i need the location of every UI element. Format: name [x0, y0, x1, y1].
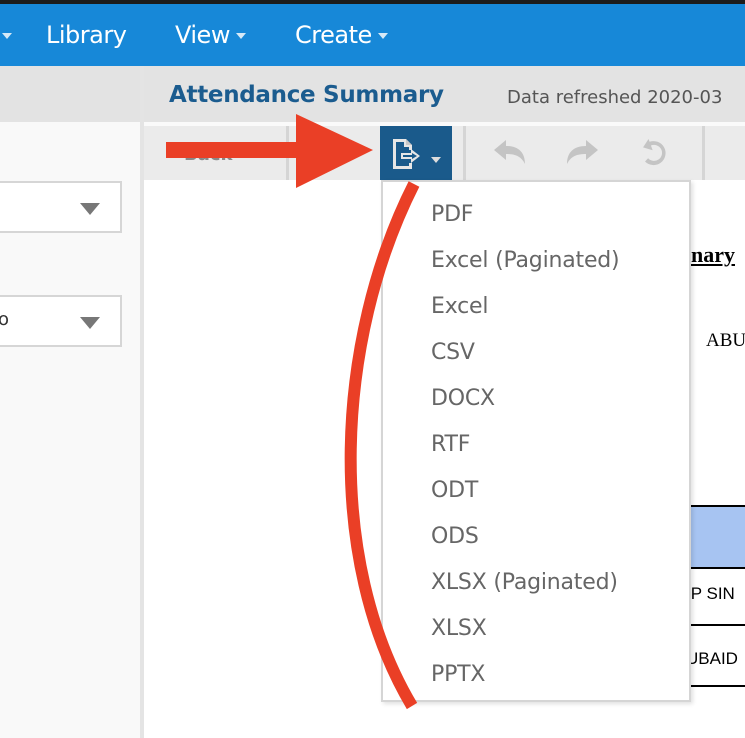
- export-option-excel-paginated[interactable]: Excel (Paginated): [431, 248, 620, 273]
- row-divider: [684, 685, 745, 687]
- dropdown-caret-icon: [80, 203, 100, 215]
- export-option-pptx[interactable]: PPTX: [431, 662, 485, 687]
- export-format-menu: PDF Excel (Paginated) Excel CSV DOCX RTF…: [381, 180, 691, 702]
- reset-icon[interactable]: [637, 138, 671, 170]
- chevron-down-icon: [235, 33, 246, 39]
- report-title: Attendance Summary: [169, 82, 444, 108]
- report-summary-heading: nary: [691, 242, 735, 267]
- nav-library-label: Library: [46, 21, 127, 49]
- export-option-xlsx[interactable]: XLSX: [431, 616, 487, 641]
- nav-view-label: View: [175, 21, 230, 49]
- export-option-rtf[interactable]: RTF: [431, 432, 470, 457]
- redo-icon[interactable]: [564, 140, 600, 166]
- export-option-docx[interactable]: DOCX: [431, 386, 495, 411]
- export-button[interactable]: [380, 126, 452, 180]
- nav-cut-off-caret-icon[interactable]: [2, 33, 12, 39]
- data-refreshed-text: Data refreshed 2020-03: [507, 87, 723, 108]
- top-navbar: Library View Create: [0, 4, 745, 66]
- report-org-name: ABU: [706, 330, 745, 351]
- toolbar-separator: [286, 126, 289, 180]
- report-table-header: [684, 505, 745, 569]
- report-toolbar: Back ▾: [144, 126, 745, 180]
- nav-view[interactable]: View: [175, 21, 246, 49]
- filter-select-1[interactable]: [0, 181, 122, 233]
- left-panel-header: [0, 66, 140, 122]
- nav-create[interactable]: Create: [295, 21, 388, 49]
- chevron-down-icon: [431, 157, 441, 163]
- nav-create-label: Create: [295, 21, 372, 49]
- dropdown-caret-icon: [80, 317, 100, 329]
- export-option-csv[interactable]: CSV: [431, 340, 475, 365]
- filter-select-2[interactable]: o: [0, 295, 122, 347]
- export-document-icon: [393, 139, 420, 169]
- row-divider: [684, 624, 745, 626]
- report-header: Attendance Summary Data refreshed 2020-0…: [144, 66, 745, 122]
- filter-select-2-value: o: [0, 309, 10, 330]
- left-filter-panel: o: [0, 66, 140, 738]
- undo-icon[interactable]: [492, 140, 528, 166]
- export-option-odt[interactable]: ODT: [431, 478, 478, 503]
- table-row: UBAID: [686, 649, 738, 668]
- back-button[interactable]: Back: [184, 144, 233, 165]
- export-option-xlsx-paginated[interactable]: XLSX (Paginated): [431, 570, 618, 595]
- view-options-dropdown[interactable]: ▾: [334, 148, 341, 164]
- table-row: /P SIN: [686, 584, 735, 603]
- export-option-excel[interactable]: Excel: [431, 294, 488, 319]
- nav-library[interactable]: Library: [46, 21, 127, 49]
- export-option-ods[interactable]: ODS: [431, 524, 479, 549]
- toolbar-separator: [463, 126, 466, 180]
- chevron-down-icon: [377, 33, 388, 39]
- export-option-pdf[interactable]: PDF: [431, 202, 473, 227]
- toolbar-separator: [702, 126, 705, 180]
